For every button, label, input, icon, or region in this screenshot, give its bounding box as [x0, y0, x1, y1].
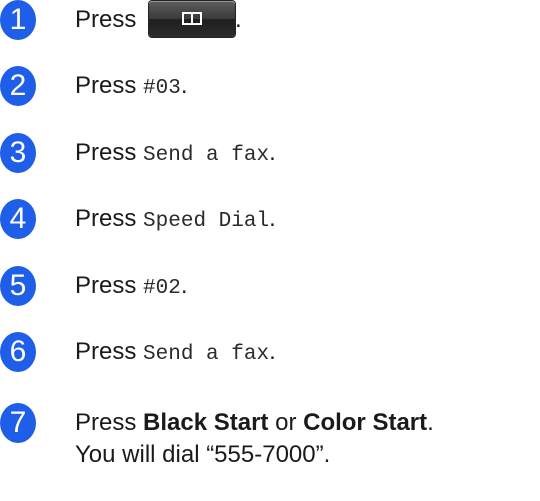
- step-5: 5 Press #02.: [0, 266, 188, 306]
- step-prefix: Press: [75, 139, 137, 166]
- step-suffix: .: [427, 409, 434, 436]
- step-prefix: Press: [75, 72, 137, 99]
- step-3: 3 Press Send a fax.: [0, 133, 276, 173]
- step-number: 5: [0, 266, 36, 306]
- step-4: 4 Press Speed Dial.: [0, 199, 276, 239]
- step-text: Press Send a fax.: [75, 332, 276, 371]
- step-code: Speed Dial: [143, 210, 270, 233]
- black-start-label: Black Start: [143, 409, 269, 436]
- step-prefix: Press: [75, 205, 137, 232]
- step-text: Press Black Start or Color Start. You wi…: [75, 403, 434, 471]
- step-prefix: Press: [75, 338, 137, 365]
- step-text: Press Speed Dial.: [75, 199, 276, 238]
- step-suffix: .: [269, 338, 276, 365]
- step-suffix: .: [269, 205, 276, 232]
- address-book-button[interactable]: [149, 0, 236, 37]
- step-code: #02: [143, 277, 181, 300]
- step-suffix: .: [269, 139, 276, 166]
- step-code: #03: [143, 77, 181, 100]
- or-label: or: [275, 409, 297, 436]
- step-prefix: Press: [75, 272, 137, 299]
- step-suffix: .: [235, 6, 242, 33]
- step-number: 7: [0, 403, 36, 443]
- step-text: Press Send a fax.: [75, 133, 276, 172]
- step-line-1: Press Black Start or Color Start.: [75, 409, 434, 436]
- step-prefix: Press: [75, 409, 137, 436]
- step-1: 1 Press .: [0, 0, 242, 40]
- address-book-icon: [182, 11, 203, 25]
- color-start-label: Color Start: [303, 409, 428, 436]
- step-line-2: You will dial “555-7000”.: [75, 441, 331, 468]
- step-text: Press #02.: [75, 266, 188, 305]
- step-6: 6 Press Send a fax.: [0, 332, 276, 372]
- step-suffix: .: [180, 72, 188, 99]
- step-code: Send a fax: [143, 343, 270, 366]
- step-number: 4: [0, 199, 36, 239]
- step-7: 7 Press Black Start or Color Start. You …: [0, 403, 434, 471]
- step-number: 2: [0, 66, 36, 106]
- step-number: 1: [0, 0, 36, 40]
- step-2: 2 Press #03.: [0, 66, 188, 106]
- step-prefix: Press: [75, 6, 137, 33]
- step-text: Press #03.: [75, 66, 188, 105]
- step-number: 3: [0, 133, 36, 173]
- step-number: 6: [0, 332, 36, 372]
- step-code: Send a fax: [143, 144, 270, 167]
- step-suffix: .: [180, 272, 188, 299]
- step-text: Press .: [75, 0, 242, 37]
